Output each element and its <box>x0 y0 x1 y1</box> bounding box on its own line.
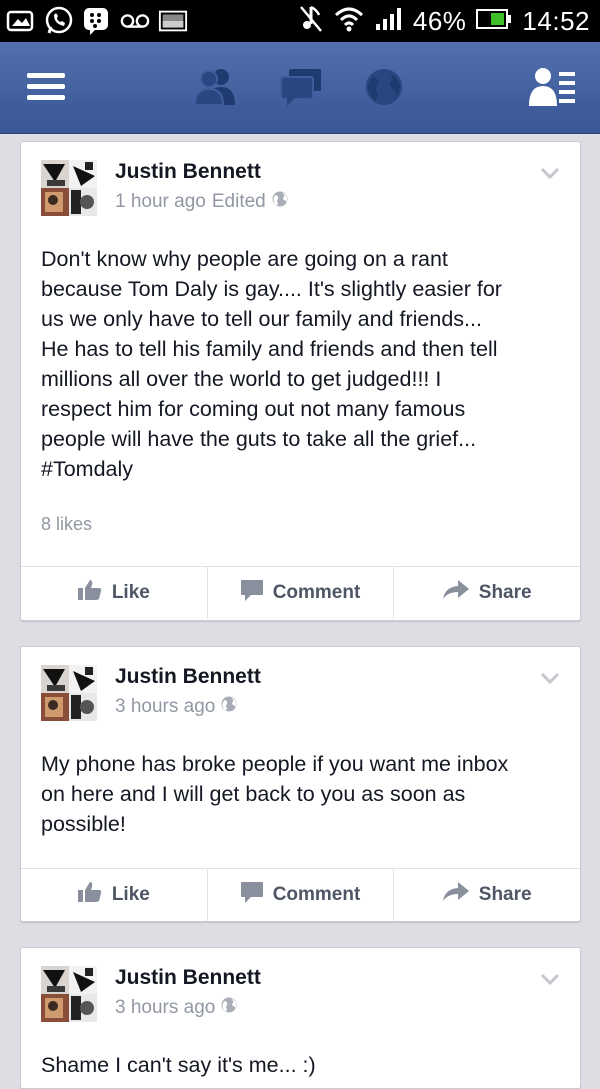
post-text: My phone has broke people if you want me… <box>41 752 509 836</box>
share-arrow-icon <box>442 882 469 908</box>
share-button[interactable]: Share <box>394 869 580 921</box>
edited-label[interactable]: Edited <box>212 191 266 213</box>
notifications-globe-icon[interactable] <box>362 64 406 110</box>
status-bar: 46% 14:52 <box>0 0 600 42</box>
top-nav-bar <box>0 42 600 134</box>
likes-count[interactable]: 8 likes <box>41 514 92 535</box>
globe-privacy-icon <box>221 997 237 1019</box>
clock: 14:52 <box>522 6 590 36</box>
comment-label: Comment <box>272 582 361 603</box>
post-author[interactable]: Justin Bennett <box>115 160 261 184</box>
post-timestamp[interactable]: 3 hours ago <box>115 696 215 718</box>
friend-requests-icon[interactable] <box>192 64 240 110</box>
post-timestamp[interactable]: 1 hour ago <box>115 191 206 213</box>
action-bar: Like Comment Share <box>21 868 580 921</box>
like-label: Like <box>111 884 150 905</box>
picture-message-icon <box>6 6 36 36</box>
thumbs-up-icon <box>77 579 102 607</box>
action-bar: Like Comment Share <box>21 566 580 619</box>
avatar[interactable] <box>41 966 97 1022</box>
share-label: Share <box>478 582 532 603</box>
comment-label: Comment <box>272 884 361 905</box>
chevron-down-icon[interactable] <box>540 972 560 991</box>
avatar[interactable] <box>41 665 97 721</box>
voicemail-icon <box>120 6 150 36</box>
like-button[interactable]: Like <box>21 869 208 921</box>
news-feed-post: Justin Bennett 3 hours ago My phone has … <box>20 646 581 922</box>
comment-icon <box>240 579 263 607</box>
post-meta: 1 hour ago Edited <box>115 191 288 213</box>
wifi-icon <box>333 5 365 38</box>
news-feed-post: Justin Bennett 3 hours ago Shame I can't… <box>20 947 581 1089</box>
post-text: Shame I can't say it's me... :) <box>41 1053 316 1077</box>
post-meta: 3 hours ago <box>115 696 237 718</box>
post-timestamp[interactable]: 3 hours ago <box>115 997 215 1019</box>
comment-icon <box>240 881 263 909</box>
news-feed-post: Justin Bennett 1 hour ago Edited Don't k… <box>20 141 581 621</box>
globe-privacy-icon <box>272 191 288 213</box>
mute-icon <box>299 4 323 39</box>
notification-icons <box>6 6 188 36</box>
post-author[interactable]: Justin Bennett <box>115 665 261 689</box>
battery-percent: 46% <box>412 6 467 36</box>
gallery-icon <box>158 6 188 36</box>
share-label: Share <box>478 884 532 905</box>
contacts-icon[interactable] <box>528 64 578 110</box>
post-meta: 3 hours ago <box>115 997 237 1019</box>
globe-privacy-icon <box>221 696 237 718</box>
like-button[interactable]: Like <box>21 567 208 619</box>
avatar[interactable] <box>41 160 97 216</box>
system-indicators: 46% 14:52 <box>299 4 590 39</box>
battery-icon <box>476 8 512 35</box>
messages-icon[interactable] <box>278 64 324 110</box>
chevron-down-icon[interactable] <box>540 671 560 690</box>
post-author[interactable]: Justin Bennett <box>115 966 261 990</box>
comment-button[interactable]: Comment <box>208 567 395 619</box>
bbm-icon <box>82 6 112 36</box>
comment-button[interactable]: Comment <box>208 869 395 921</box>
whatsapp-icon <box>44 6 74 36</box>
chevron-down-icon[interactable] <box>540 166 560 185</box>
signal-icon <box>375 6 403 37</box>
post-text: Don't know why people are going on a ran… <box>41 247 502 481</box>
share-button[interactable]: Share <box>394 567 580 619</box>
share-arrow-icon <box>442 580 469 606</box>
menu-icon[interactable] <box>26 64 66 110</box>
thumbs-up-icon <box>77 881 102 909</box>
like-label: Like <box>111 582 150 603</box>
